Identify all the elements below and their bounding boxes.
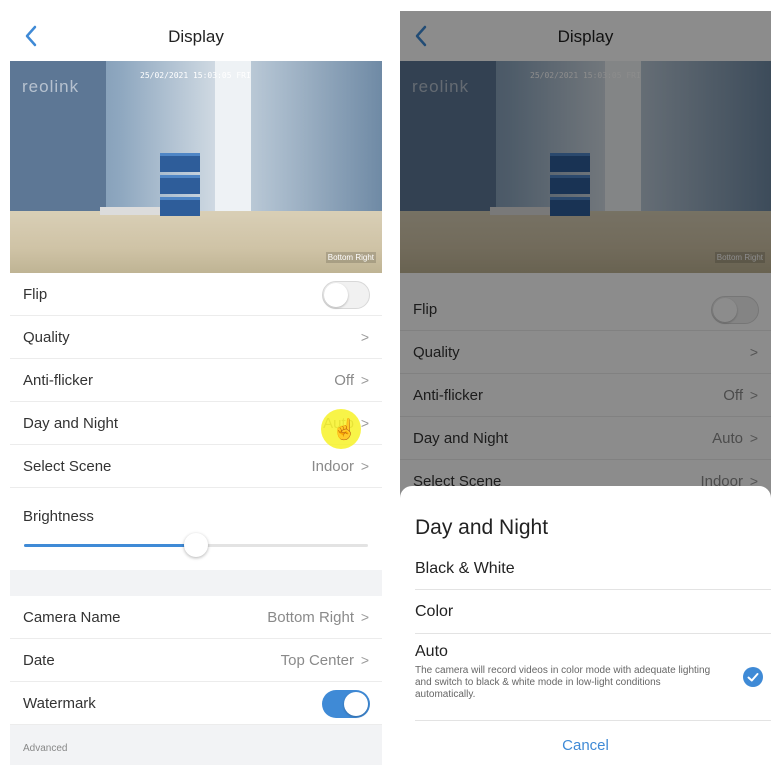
- brightness-fill: [24, 544, 196, 547]
- quality-label: Quality: [23, 329, 70, 346]
- day-night-action-sheet: Day and Night Black & White Color Auto T…: [400, 486, 771, 765]
- chevron-right-icon: >: [360, 609, 369, 625]
- brightness-label: Brightness: [23, 508, 94, 525]
- date-row[interactable]: Date Top Center >: [10, 639, 382, 682]
- option-label: Auto: [415, 643, 448, 660]
- brightness-slider-knob[interactable]: [184, 533, 208, 557]
- chevron-right-icon: >: [360, 415, 369, 431]
- chevron-right-icon: >: [360, 458, 369, 474]
- hand-pointer-icon: ☝: [332, 419, 357, 441]
- anti-flicker-value: Off: [334, 372, 354, 389]
- chevron-right-icon: >: [360, 329, 369, 345]
- brightness-slider[interactable]: [24, 533, 368, 557]
- display-settings-screen-with-sheet: Display reolink 25/02/2021 15:03:05 FRI …: [400, 11, 771, 765]
- sheet-title: Day and Night: [415, 516, 549, 539]
- option-black-white[interactable]: Black & White: [415, 552, 771, 590]
- watermark-toggle[interactable]: [322, 690, 370, 718]
- flip-toggle[interactable]: [322, 281, 370, 309]
- option-auto[interactable]: Auto The camera will record videos in co…: [415, 634, 771, 721]
- chevron-right-icon: >: [360, 652, 369, 668]
- display-settings-screen: Display reolink 25/02/2021 15:03:05 FRI …: [10, 11, 382, 765]
- advanced-label: Advanced: [23, 743, 68, 754]
- page-title: Display: [168, 27, 224, 46]
- camera-name-label: Camera Name: [23, 609, 121, 626]
- day-night-label: Day and Night: [23, 415, 119, 432]
- flip-row: Flip: [10, 273, 382, 316]
- date-value: Top Center: [280, 652, 354, 669]
- watermark-logo: reolink: [22, 77, 80, 96]
- camera-name-value: Bottom Right: [267, 609, 354, 626]
- chevron-right-icon: >: [360, 372, 369, 388]
- checkmark-icon: [743, 667, 763, 687]
- select-scene-label: Select Scene: [23, 458, 112, 475]
- anti-flicker-label: Anti-flicker: [23, 372, 94, 389]
- date-label: Date: [23, 652, 55, 669]
- watermark-label: Watermark: [23, 695, 96, 712]
- select-scene-value: Indoor: [311, 458, 354, 475]
- nav-header: Display: [10, 11, 382, 61]
- camera-preview: reolink 25/02/2021 15:03:05 FRI Bottom R…: [10, 61, 382, 273]
- cancel-button[interactable]: Cancel: [400, 737, 771, 754]
- section-divider: [10, 570, 382, 596]
- flip-label: Flip: [23, 286, 48, 303]
- watermark-row: Watermark: [10, 682, 382, 725]
- advanced-section-header: Advanced: [10, 725, 382, 765]
- select-scene-row[interactable]: Select Scene Indoor >: [10, 445, 382, 488]
- option-color[interactable]: Color: [415, 590, 771, 634]
- option-label: Black & White: [415, 560, 515, 577]
- quality-row[interactable]: Quality >: [10, 316, 382, 359]
- option-description: The camera will record videos in color m…: [415, 665, 711, 700]
- brightness-row: Brightness: [10, 488, 382, 570]
- option-label: Color: [415, 603, 454, 620]
- timestamp-overlay: 25/02/2021 15:03:05 FRI: [140, 71, 251, 80]
- camera-name-overlay: Bottom Right: [325, 252, 376, 263]
- anti-flicker-row[interactable]: Anti-flicker Off >: [10, 359, 382, 402]
- camera-name-row[interactable]: Camera Name Bottom Right >: [10, 596, 382, 639]
